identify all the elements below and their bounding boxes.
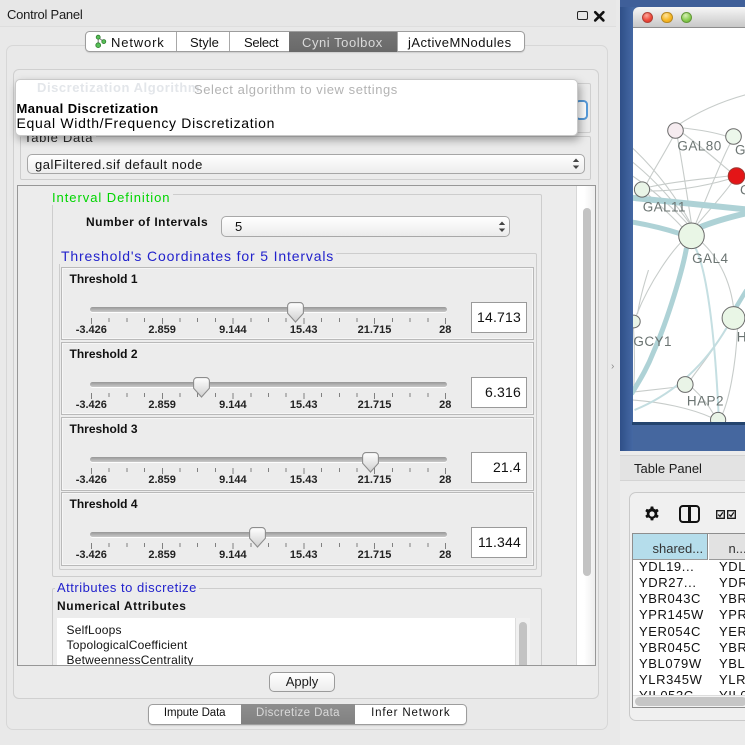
svg-text:GAL4: GAL4 [692, 251, 728, 266]
svg-text:HAP4: HAP4 [736, 329, 745, 344]
svg-text:GAL11: GAL11 [642, 199, 685, 214]
svg-text:GAL80: GAL80 [677, 139, 721, 154]
svg-text:C.: C. [740, 183, 745, 198]
svg-text:GCY1: GCY1 [633, 334, 672, 349]
svg-text:HAP2: HAP2 [686, 393, 723, 408]
svg-text:G..: G.. [735, 143, 745, 158]
